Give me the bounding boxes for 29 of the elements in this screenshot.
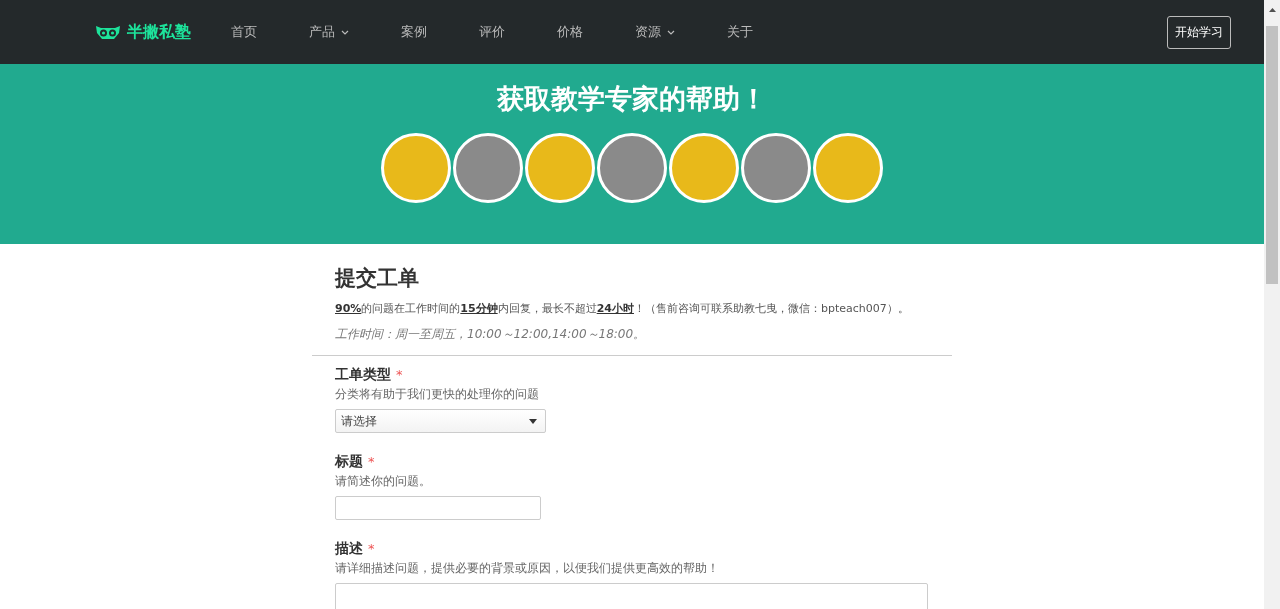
scrollbar[interactable] bbox=[1264, 0, 1280, 609]
nav-link[interactable]: 产品 bbox=[309, 23, 349, 41]
nav-link[interactable]: 案例 bbox=[401, 23, 427, 41]
select-dropdown[interactable]: 请选择 bbox=[335, 409, 546, 433]
field-label: 标题 bbox=[335, 453, 363, 471]
nav-link[interactable]: 资源 bbox=[635, 23, 675, 41]
required-mark: * bbox=[368, 541, 375, 556]
field-label: 描述 bbox=[335, 540, 363, 558]
nav-link[interactable]: 价格 bbox=[557, 23, 583, 41]
brand-name[interactable]: 半撇私塾 bbox=[127, 21, 191, 43]
page-title: 提交工单 bbox=[335, 265, 420, 292]
scroll-up-arrow-icon[interactable] bbox=[1268, 8, 1276, 12]
field-hint: 请详细描述问题，提供必要的背景或原因，以便我们提供更高效的帮助！ bbox=[335, 560, 720, 577]
field-hint: 请简述你的问题。 bbox=[335, 473, 432, 490]
nav-link[interactable]: 首页 bbox=[231, 23, 257, 41]
scrollbar-thumb[interactable] bbox=[1266, 26, 1278, 284]
required-mark: * bbox=[396, 367, 403, 382]
input-field[interactable] bbox=[335, 496, 541, 520]
hero-title: 获取教学专家的帮助！ bbox=[497, 82, 767, 116]
owl-logo-icon[interactable] bbox=[95, 24, 121, 40]
field-hint: 分类将有助于我们更快的处理你的问题 bbox=[335, 386, 540, 403]
working-hours-text: 工作时间：周一至周五，10:00～12:00,14:00～18:00。 bbox=[335, 326, 647, 343]
required-mark: * bbox=[368, 454, 375, 469]
field-label: 工单类型 bbox=[335, 366, 391, 384]
intro-text: 90%的问题在工作时间的15分钟内回复，最长不超过24小时！（售前咨询可联系助教七曳，微信：bpteach007）。 bbox=[335, 301, 910, 316]
nav-link[interactable]: 关于 bbox=[727, 23, 753, 41]
start-learning-button[interactable]: 开始学习 bbox=[1167, 15, 1231, 49]
dropdown-arrow-icon bbox=[529, 418, 537, 424]
nav-link[interactable]: 评价 bbox=[479, 23, 505, 41]
